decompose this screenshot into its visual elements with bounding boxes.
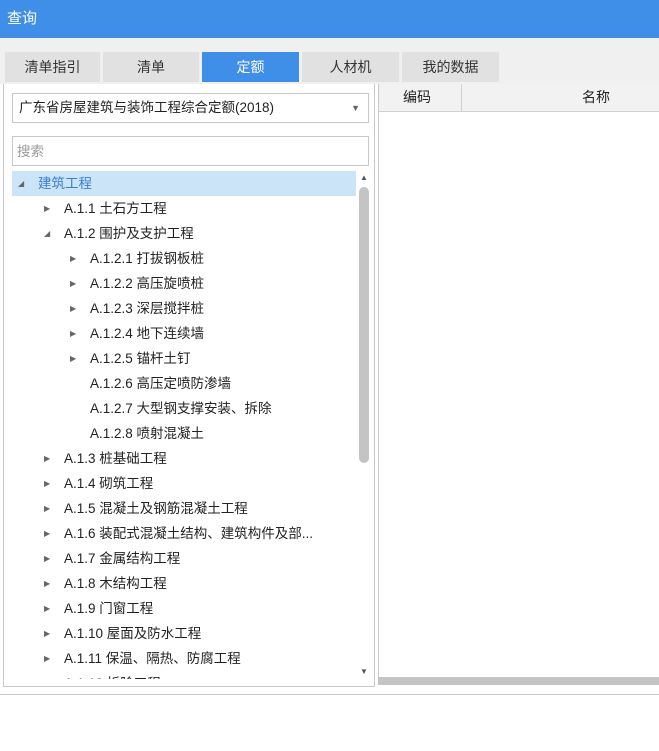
collapsed-triangle-icon[interactable]: ▶ [70, 296, 76, 321]
tree-node[interactable]: ▶ A.1.5 混凝土及钢筋混凝土工程 [12, 496, 356, 521]
tree-node[interactable]: ▶ A.1.2.3 深层搅拌桩 [12, 296, 356, 321]
tree-node-label: A.1.8 木结构工程 [64, 576, 167, 591]
tree-node[interactable]: ▶ A.1.2.4 地下连续墙 [12, 321, 356, 346]
tree-node-label: A.1.11 保温、隔热、防腐工程 [64, 651, 241, 666]
tree-node[interactable]: ◢ 建筑工程 [12, 171, 356, 196]
tree-node-label: A.1.2.4 地下连续墙 [90, 326, 205, 341]
tab-quota[interactable]: 定额 [202, 52, 299, 82]
tree-node[interactable]: A.1.2.6 高压定喷防渗墙 [12, 371, 356, 396]
collapsed-triangle-icon[interactable]: ▶ [44, 571, 50, 596]
collapsed-triangle-icon[interactable]: ▶ [70, 246, 76, 271]
quota-library-select[interactable]: 广东省房屋建筑与装饰工程综合定额(2018) ▼ [12, 93, 369, 123]
dropdown-arrow-icon: ▼ [351, 103, 360, 113]
quota-tree-pane: 广东省房屋建筑与装饰工程综合定额(2018) ▼ ◢ 建筑工程 ▶ A.1.1 土石方… [3, 84, 375, 687]
tree-node[interactable]: ▶ A.1.8 木结构工程 [12, 571, 356, 596]
window-title: 查询 [7, 10, 38, 27]
tree-node-label: 建筑工程 [38, 176, 92, 191]
tree-node-label: A.1.2.5 锚杆土钉 [90, 351, 191, 366]
tree-node[interactable]: ▶ A.1.9 门窗工程 [12, 596, 356, 621]
tree-node[interactable]: ▶ A.1.4 砌筑工程 [12, 471, 356, 496]
column-header-name[interactable]: 名称 [462, 84, 659, 112]
collapsed-triangle-icon[interactable]: ▶ [44, 196, 50, 221]
results-table: 编码 名称 [378, 84, 659, 677]
tree-node-label: A.1.7 金属结构工程 [64, 551, 181, 566]
search-input[interactable] [12, 136, 369, 166]
tree-node-label: A.1.4 砌筑工程 [64, 476, 154, 491]
collapsed-triangle-icon[interactable]: ▶ [70, 321, 76, 346]
tree-node-label: A.1.1 土石方工程 [64, 201, 167, 216]
scroll-down-icon[interactable]: ▼ [356, 665, 372, 679]
tree-node[interactable]: ▶ A.1.1 土石方工程 [12, 196, 356, 221]
collapsed-triangle-icon[interactable]: ▶ [70, 346, 76, 371]
collapsed-triangle-icon[interactable]: ▶ [44, 446, 50, 471]
tree-node[interactable]: ▶ A.1.2.1 打拔钢板桩 [12, 246, 356, 271]
collapsed-triangle-icon[interactable]: ▶ [70, 271, 76, 296]
tab-list-guide[interactable]: 清单指引 [5, 52, 100, 82]
tree-node-label: A.1.3 桩基础工程 [64, 451, 167, 466]
collapsed-triangle-icon[interactable]: ▶ [44, 521, 50, 546]
tree-node-label: A.1.2.8 喷射混凝土 [90, 426, 205, 441]
tree-node-label: A.1.2.6 高压定喷防渗墙 [90, 376, 232, 391]
bottom-panel [0, 694, 659, 751]
column-header-code[interactable]: 编码 [379, 84, 462, 112]
tree-node-label: A.1.10 屋面及防水工程 [64, 626, 202, 641]
tree-node[interactable]: ▶ A.1.7 金属结构工程 [12, 546, 356, 571]
tree-node-label: A.1.2.7 大型钢支撑安装、拆除 [90, 401, 272, 416]
tree-node[interactable]: ▶ A.1.3 桩基础工程 [12, 446, 356, 471]
quota-tree: ◢ 建筑工程 ▶ A.1.1 土石方工程 ◢ A.1.2 围护及支护工程 ▶ A.1.2.1 … [12, 171, 356, 679]
tab-list[interactable]: 清单 [103, 52, 199, 82]
scroll-up-icon[interactable]: ▲ [356, 171, 372, 185]
tree-node[interactable]: ▶ A.1.12 拆除工程 [12, 671, 356, 679]
tree-node-label: A.1.2.3 深层搅拌桩 [90, 301, 205, 316]
tree-node-label: A.1.2.1 打拔钢板桩 [90, 251, 205, 266]
expanded-triangle-icon[interactable]: ◢ [18, 171, 24, 196]
collapsed-triangle-icon[interactable]: ▶ [44, 546, 50, 571]
tree-node-label: A.1.2 围护及支护工程 [64, 226, 194, 241]
tab-bar: 清单指引 清单 定额 人材机 我的数据 [0, 38, 659, 84]
expanded-triangle-icon[interactable]: ◢ [44, 221, 50, 246]
collapsed-triangle-icon[interactable]: ▶ [44, 671, 50, 679]
collapsed-triangle-icon[interactable]: ▶ [44, 621, 50, 646]
tree-node-label: A.1.2.2 高压旋喷桩 [90, 276, 205, 291]
collapsed-triangle-icon[interactable]: ▶ [44, 496, 50, 521]
tree-node[interactable]: ▶ A.1.10 屋面及防水工程 [12, 621, 356, 646]
collapsed-triangle-icon[interactable]: ▶ [44, 596, 50, 621]
tab-labor-material-machine[interactable]: 人材机 [302, 52, 399, 82]
tree-node[interactable]: ▶ A.1.11 保温、隔热、防腐工程 [12, 646, 356, 671]
tree-node[interactable]: ▶ A.1.2.5 锚杆土钉 [12, 346, 356, 371]
collapsed-triangle-icon[interactable]: ▶ [44, 471, 50, 496]
tree-node-label: A.1.5 混凝土及钢筋混凝土工程 [64, 501, 248, 516]
tree-node-label: A.1.6 装配式混凝土结构、建筑构件及部... [64, 526, 314, 541]
tree-node[interactable]: ▶ A.1.2.2 高压旋喷桩 [12, 271, 356, 296]
tree-vertical-scrollbar[interactable]: ▲ ▼ [356, 171, 372, 679]
title-bar: 查询 [0, 0, 659, 38]
tab-my-data[interactable]: 我的数据 [402, 52, 499, 82]
tree-node[interactable]: A.1.2.7 大型钢支撑安装、拆除 [12, 396, 356, 421]
tree-node-label: A.1.12 拆除工程 [64, 671, 161, 679]
scrollbar-thumb[interactable] [359, 187, 369, 463]
collapsed-triangle-icon[interactable]: ▶ [44, 646, 50, 671]
tree-node[interactable]: ◢ A.1.2 围护及支护工程 [12, 221, 356, 246]
quota-library-value: 广东省房屋建筑与装饰工程综合定额(2018) [19, 100, 275, 115]
tree-node[interactable]: A.1.2.8 喷射混凝土 [12, 421, 356, 446]
table-horizontal-scrollbar[interactable] [378, 677, 659, 685]
tree-node[interactable]: ▶ A.1.6 装配式混凝土结构、建筑构件及部... [12, 521, 356, 546]
tree-node-label: A.1.9 门窗工程 [64, 601, 154, 616]
